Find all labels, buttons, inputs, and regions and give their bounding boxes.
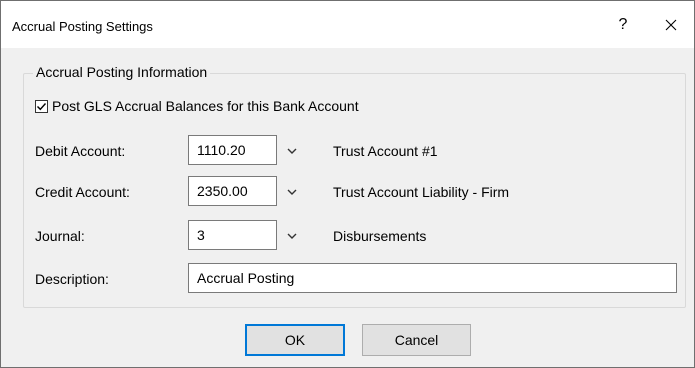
credit-account-name: Trust Account Liability - Firm bbox=[333, 184, 510, 200]
debit-account-dropdown-icon[interactable] bbox=[286, 146, 298, 156]
close-icon bbox=[665, 19, 677, 31]
close-button[interactable] bbox=[652, 9, 690, 41]
post-gls-checkbox-row[interactable]: Post GLS Accrual Balances for this Bank … bbox=[35, 98, 359, 114]
checkmark-icon bbox=[37, 102, 47, 110]
description-label: Description: bbox=[35, 271, 109, 287]
dialog-title: Accrual Posting Settings bbox=[12, 19, 153, 34]
debit-account-input[interactable]: 1110.20 bbox=[188, 135, 277, 165]
credit-account-dropdown-icon[interactable] bbox=[286, 187, 298, 197]
post-gls-checkbox-label[interactable]: Post GLS Accrual Balances for this Bank … bbox=[52, 98, 359, 114]
credit-account-label: Credit Account: bbox=[35, 184, 130, 200]
credit-account-input[interactable]: 2350.00 bbox=[188, 176, 277, 206]
debit-account-label: Debit Account: bbox=[35, 143, 126, 159]
journal-dropdown-icon[interactable] bbox=[286, 231, 298, 241]
cancel-button[interactable]: Cancel bbox=[362, 324, 471, 356]
journal-input[interactable]: 3 bbox=[188, 220, 277, 250]
group-label: Accrual Posting Information bbox=[33, 64, 211, 80]
ok-button[interactable]: OK bbox=[245, 324, 345, 356]
title-bar: Accrual Posting Settings ? bbox=[1, 1, 694, 48]
description-input[interactable]: Accrual Posting bbox=[188, 263, 677, 293]
post-gls-checkbox[interactable] bbox=[35, 99, 48, 113]
journal-label: Journal: bbox=[35, 228, 85, 244]
journal-name: Disbursements bbox=[333, 228, 427, 244]
help-button[interactable]: ? bbox=[607, 9, 639, 41]
debit-account-name: Trust Account #1 bbox=[333, 143, 438, 159]
